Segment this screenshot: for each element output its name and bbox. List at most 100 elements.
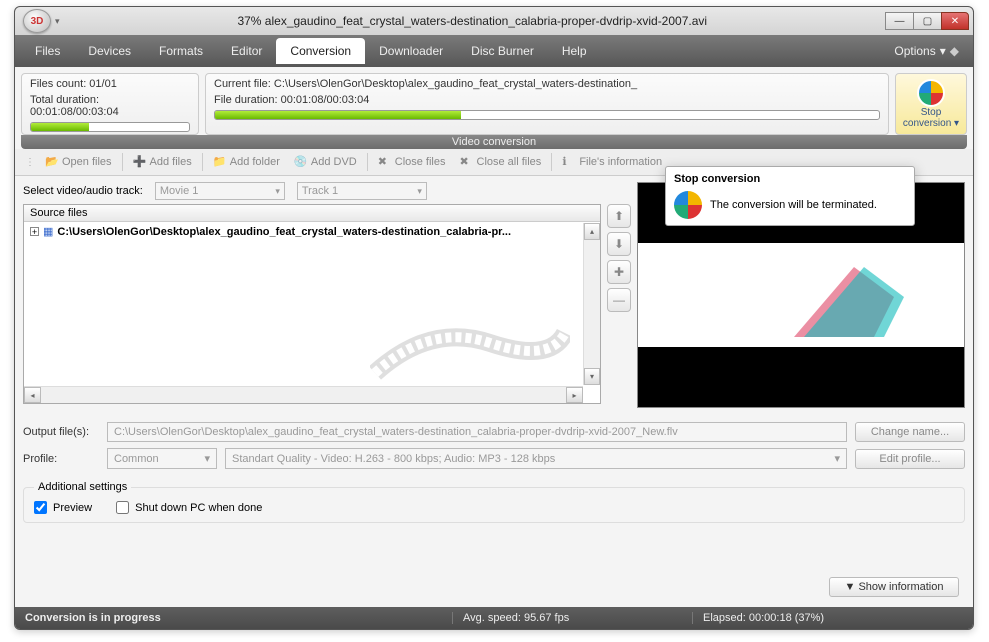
total-duration-label: Total duration: 00:01:08/00:03:04 (30, 94, 190, 118)
app-window: 3D ▾ 37% alex_gaudino_feat_crystal_water… (14, 6, 974, 630)
maximize-button[interactable]: ▢ (913, 12, 941, 30)
source-file-item[interactable]: + ▦ C:\Users\OlenGor\Desktop\alex_gaudin… (24, 222, 600, 241)
expand-icon[interactable]: + (30, 227, 39, 236)
files-count-label: Files count: 01/01 (30, 78, 190, 90)
edit-profile-button[interactable]: Edit profile... (855, 449, 965, 469)
dvd-icon: 💿 (294, 155, 308, 169)
add-item-button[interactable]: ✚ (607, 260, 631, 284)
output-file-label: Output file(s): (23, 426, 99, 438)
current-file-label: Current file: C:\Users\OlenGor\Desktop\a… (214, 78, 880, 90)
stop-conversion-tooltip: Stop conversion The conversion will be t… (665, 166, 915, 226)
vertical-scrollbar[interactable]: ▴▾ (583, 223, 600, 385)
video-conversion-label: Video conversion (21, 135, 967, 149)
tab-conversion[interactable]: Conversion (276, 38, 365, 64)
titlebar: 3D ▾ 37% alex_gaudino_feat_crystal_water… (15, 7, 973, 35)
preview-checkbox-input[interactable] (34, 501, 47, 514)
profile-preset-select[interactable]: Common▾ (107, 448, 217, 469)
folder-open-icon: 📂 (45, 155, 59, 169)
status-progress-text: Conversion is in progress (15, 612, 453, 624)
status-avg-speed: Avg. speed: 95.67 fps (453, 612, 693, 624)
shutdown-checkbox[interactable]: Shut down PC when done (116, 501, 262, 514)
status-bar: Conversion is in progress Avg. speed: 95… (15, 607, 973, 629)
folder-icon: 📁 (213, 155, 227, 169)
move-down-button[interactable]: ⬇ (607, 232, 631, 256)
list-side-buttons: ⬆ ⬇ ✚ — (607, 204, 631, 404)
track-select-label: Select video/audio track: (23, 185, 143, 197)
preview-checkbox[interactable]: Preview (34, 501, 92, 514)
output-file-field: C:\Users\OlenGor\Desktop\alex_gaudino_fe… (107, 422, 847, 442)
options-menu[interactable]: Options ▾ ◆ (886, 44, 967, 58)
current-file-panel: Current file: C:\Users\OlenGor\Desktop\a… (205, 73, 889, 135)
main-menu: Files Devices Formats Editor Conversion … (15, 35, 973, 67)
chevron-down-icon: ▾ (204, 452, 210, 465)
move-up-button[interactable]: ⬆ (607, 204, 631, 228)
profile-label: Profile: (23, 453, 99, 465)
shutdown-checkbox-input[interactable] (116, 501, 129, 514)
tab-disc-burner[interactable]: Disc Burner (457, 38, 548, 64)
filmstrip-watermark-icon (370, 313, 570, 393)
add-file-icon: ➕ (133, 155, 147, 169)
tab-files[interactable]: Files (21, 38, 74, 64)
chevron-down-icon: ▾ (417, 186, 422, 197)
file-duration-label: File duration: 00:01:08/00:03:04 (214, 94, 880, 106)
profile-desc-select[interactable]: Standart Quality - Video: H.263 - 800 kb… (225, 448, 847, 469)
close-files-button[interactable]: ✖Close files (372, 153, 452, 171)
tooltip-icon (674, 191, 702, 219)
close-file-icon: ✖ (378, 155, 392, 169)
tooltip-body: The conversion will be terminated. (710, 199, 877, 211)
remove-item-button[interactable]: — (607, 288, 631, 312)
shutdown-checkbox-label: Shut down PC when done (135, 502, 262, 514)
additional-settings-legend: Additional settings (34, 481, 131, 493)
stop-line1: Stop (921, 107, 942, 118)
chevron-down-icon: ▾ (834, 452, 840, 465)
tab-downloader[interactable]: Downloader (365, 38, 457, 64)
grip-icon[interactable]: ⋮ (25, 157, 35, 168)
scroll-left-icon[interactable]: ◂ (24, 387, 41, 403)
stop-conversion-button[interactable]: Stop conversion ▾ (895, 73, 967, 135)
source-files-list[interactable]: Source files + ▦ C:\Users\OlenGor\Deskto… (23, 204, 601, 404)
add-folder-button[interactable]: 📁Add folder (207, 153, 286, 171)
add-files-button[interactable]: ➕Add files (127, 153, 198, 171)
preview-checkbox-label: Preview (53, 502, 92, 514)
stop-line2: conversion ▾ (903, 118, 959, 129)
info-icon: ℹ (562, 155, 576, 169)
track-select[interactable]: Track 1▾ (297, 182, 427, 200)
horizontal-scrollbar[interactable]: ◂▸ (24, 386, 583, 403)
app-logo-icon[interactable]: 3D (23, 9, 51, 33)
preview-frame-content (774, 227, 954, 347)
additional-settings-group: Additional settings Preview Shut down PC… (23, 481, 965, 523)
tooltip-title: Stop conversion (674, 173, 906, 185)
file-info-button[interactable]: ℹFile's information (556, 153, 668, 171)
scroll-up-icon[interactable]: ▴ (584, 223, 600, 240)
change-name-button[interactable]: Change name... (855, 422, 965, 442)
tab-help[interactable]: Help (548, 38, 601, 64)
tab-editor[interactable]: Editor (217, 38, 276, 64)
chevron-down-icon: ▾ (275, 186, 280, 197)
overall-progress (30, 122, 190, 132)
source-files-header: Source files (24, 205, 600, 222)
tab-devices[interactable]: Devices (74, 38, 145, 64)
close-all-icon: ✖ (460, 155, 474, 169)
track-select-row: Select video/audio track: Movie 1▾ Track… (23, 182, 631, 200)
video-file-icon: ▦ (43, 225, 53, 238)
window-title: 37% alex_gaudino_feat_crystal_waters-des… (60, 14, 885, 28)
overall-panel: Files count: 01/01 Total duration: 00:01… (21, 73, 199, 135)
show-information-button[interactable]: ▼ Show information (829, 577, 959, 597)
chevron-down-icon: ▾ (940, 44, 946, 58)
scroll-down-icon[interactable]: ▾ (584, 368, 600, 385)
status-elapsed: Elapsed: 00:00:18 (37%) (693, 612, 973, 624)
add-dvd-button[interactable]: 💿Add DVD (288, 153, 363, 171)
options-label: Options (894, 44, 935, 58)
open-files-button[interactable]: 📂Open files (39, 153, 118, 171)
diamond-icon: ◆ (950, 44, 959, 58)
movie-select[interactable]: Movie 1▾ (155, 182, 285, 200)
file-progress (214, 110, 880, 120)
close-all-files-button[interactable]: ✖Close all files (454, 153, 548, 171)
minimize-button[interactable]: — (885, 12, 913, 30)
scroll-right-icon[interactable]: ▸ (566, 387, 583, 403)
source-file-path: C:\Users\OlenGor\Desktop\alex_gaudino_fe… (57, 226, 511, 238)
tab-formats[interactable]: Formats (145, 38, 217, 64)
summary-row: Files count: 01/01 Total duration: 00:01… (15, 67, 973, 135)
stop-conversion-icon (917, 79, 945, 107)
close-button[interactable]: ✕ (941, 12, 969, 30)
